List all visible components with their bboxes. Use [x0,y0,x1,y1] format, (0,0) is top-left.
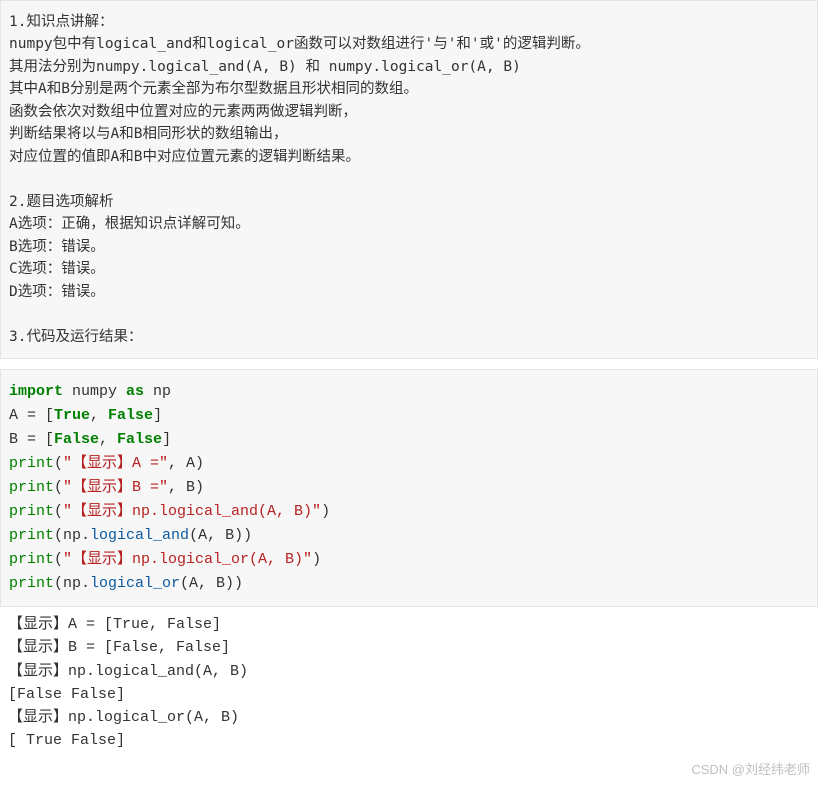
rp-3: ) [321,503,330,520]
exp-l3: 其中A和B分别是两个元素全部为布尔型数据且形状相同的数组。 [9,81,418,97]
print-1: print [9,455,54,472]
lp-3: ( [54,503,63,520]
lp-1: ( [54,455,63,472]
str-or: "【显示】np.logical_or(A, B)" [63,551,312,568]
watermark: CSDN @刘经纬老师 [0,755,818,786]
output-block: 【显示】A = [True, False] 【显示】B = [False, Fa… [0,607,818,755]
str-a: "【显示】A =" [63,455,168,472]
brk-1: ] [153,407,162,424]
code-text: import numpy as np A = [True, False] B =… [9,380,809,596]
mod-np: np [144,383,171,400]
out-l1: 【显示】A = [True, False] [8,616,221,633]
explanation-text: 1.知识点讲解： numpy包中有logical_and和logical_or函… [9,11,809,348]
print-4: print [9,527,54,544]
brk-2: ] [162,431,171,448]
false-1: False [108,407,153,424]
out-l5: 【显示】np.logical_or(A, B) [8,709,239,726]
exp-optA: A选项：正确，根据知识点详解可知。 [9,216,250,232]
exp-l5: 判断结果将以与A和B相同形状的数组输出， [9,126,287,142]
out-l3: 【显示】np.logical_and(A, B) [8,663,248,680]
b-pre: B = [ [9,431,54,448]
np-pre-1: (np. [54,527,90,544]
str-and: "【显示】np.logical_and(A, B)" [63,503,321,520]
print-2: print [9,479,54,496]
str-b: "【显示】B =" [63,479,168,496]
print-5: print [9,551,54,568]
code-block: import numpy as np A = [True, False] B =… [0,369,818,607]
comma-a: , A) [168,455,204,472]
comma-b: , B) [168,479,204,496]
logical-or: logical_or [90,575,180,592]
exp-h3: 3.代码及运行结果： [9,329,142,345]
rp-5: ) [312,551,321,568]
exp-l1: numpy包中有logical_and和logical_or函数可以对数组进行'… [9,36,590,52]
exp-h1: 1.知识点讲解： [9,14,113,30]
exp-h2: 2.题目选项解析 [9,194,113,210]
kw-as: as [126,383,144,400]
out-l4: [False False] [8,686,125,703]
false-3: False [117,431,162,448]
print-3: print [9,503,54,520]
out-l6: [ True False] [8,732,125,749]
call-2: (A, B)) [180,575,243,592]
lp-2: ( [54,479,63,496]
lp-5: ( [54,551,63,568]
np-pre-2: (np. [54,575,90,592]
explanation-block: 1.知识点讲解： numpy包中有logical_and和logical_or函… [0,0,818,359]
exp-l6: 对应位置的值即A和B中对应位置元素的逻辑判断结果。 [9,149,360,165]
true-1: True [54,407,90,424]
kw-import: import [9,383,63,400]
exp-optD: D选项：错误。 [9,284,105,300]
output-text: 【显示】A = [True, False] 【显示】B = [False, Fa… [8,613,810,753]
exp-optC: C选项：错误。 [9,261,105,277]
exp-l4: 函数会依次对数组中位置对应的元素两两做逻辑判断， [9,104,357,120]
exp-optB: B选项：错误。 [9,239,105,255]
sep-2: , [99,431,117,448]
false-2: False [54,431,99,448]
out-l2: 【显示】B = [False, False] [8,639,230,656]
a-pre: A = [ [9,407,54,424]
mod-numpy: numpy [63,383,126,400]
print-6: print [9,575,54,592]
call-1: (A, B)) [189,527,252,544]
exp-l2: 其用法分别为numpy.logical_and(A, B) 和 numpy.lo… [9,59,521,75]
logical-and: logical_and [90,527,189,544]
sep-1: , [90,407,108,424]
